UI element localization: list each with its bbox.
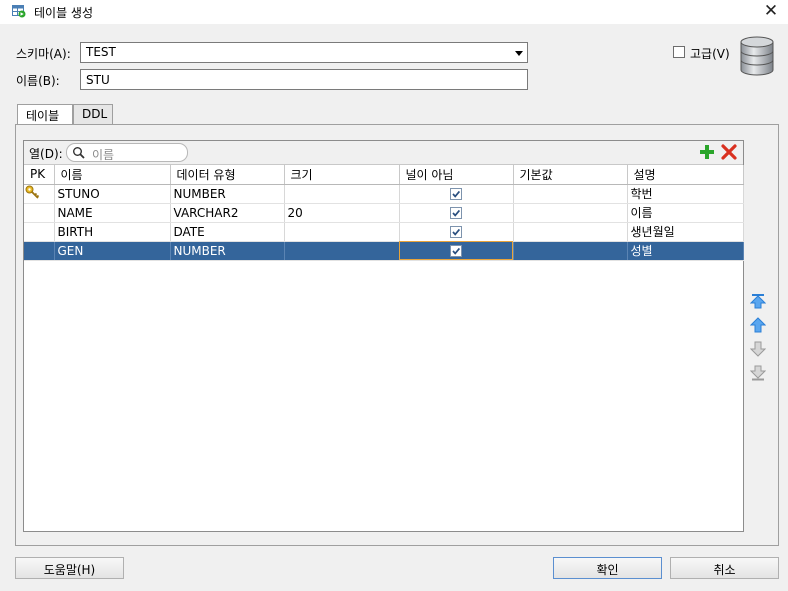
add-column-icon[interactable] <box>699 144 715 160</box>
size-cell[interactable] <box>284 222 400 242</box>
pk-cell[interactable] <box>24 222 55 242</box>
pk-cell[interactable] <box>24 241 55 261</box>
search-icon <box>73 147 85 159</box>
header-pk[interactable]: PK <box>24 165 55 185</box>
not-null-cell[interactable] <box>399 184 514 204</box>
schema-value: TEST <box>86 45 116 59</box>
database-icon <box>740 36 774 76</box>
table-header-row: PK 이름 데이터 유형 크기 널이 아님 기본값 설명 <box>24 165 744 185</box>
title-bar: 테이블 생성 ✕ <box>0 0 788 24</box>
column-name-cell[interactable]: STUNO <box>54 184 171 204</box>
ok-button[interactable]: 확인 <box>553 557 662 579</box>
table-row[interactable]: NAME VARCHAR2 20 이름 <box>24 203 744 223</box>
check-icon <box>452 209 461 217</box>
delete-column-icon[interactable] <box>721 144 737 160</box>
check-icon <box>452 190 461 198</box>
comment-cell[interactable]: 이름 <box>627 203 744 223</box>
not-null-checkbox[interactable] <box>450 226 462 238</box>
column-filter-input[interactable]: 이름 <box>66 143 188 162</box>
comment-cell[interactable]: 학번 <box>627 184 744 204</box>
filter-placeholder: 이름 <box>92 148 115 162</box>
comment-cell[interactable]: 성별 <box>627 241 744 261</box>
header-not-null[interactable]: 널이 아님 <box>399 165 514 185</box>
default-cell[interactable] <box>513 203 628 223</box>
advanced-label: 고급(V) <box>690 47 730 61</box>
move-to-top-icon[interactable] <box>749 293 767 309</box>
table-name-input[interactable] <box>80 69 528 90</box>
name-label: 이름(B): <box>16 74 60 88</box>
default-cell[interactable] <box>513 184 628 204</box>
header-data-type[interactable]: 데이터 유형 <box>170 165 285 185</box>
header-name[interactable]: 이름 <box>54 165 171 185</box>
help-button[interactable]: 도움말(H) <box>15 557 124 579</box>
chevron-down-icon <box>515 51 523 56</box>
data-type-cell[interactable]: NUMBER <box>170 184 285 204</box>
column-name-cell[interactable]: BIRTH <box>54 222 171 242</box>
comment-cell[interactable]: 생년월일 <box>627 222 744 242</box>
window-title: 테이블 생성 <box>34 6 94 20</box>
columns-label: 열(D): <box>29 147 63 161</box>
schema-select[interactable]: TEST <box>80 42 528 63</box>
check-icon <box>452 247 461 255</box>
cancel-button[interactable]: 취소 <box>670 557 779 579</box>
not-null-checkbox[interactable] <box>450 207 462 219</box>
size-cell[interactable] <box>284 184 400 204</box>
columns-table: PK 이름 데이터 유형 크기 널이 아님 기본값 설명 STUNO NUMBE… <box>24 165 744 261</box>
pk-cell[interactable] <box>24 184 55 204</box>
move-down-icon[interactable] <box>749 341 767 357</box>
not-null-cell[interactable] <box>399 222 514 242</box>
move-up-icon[interactable] <box>749 317 767 333</box>
data-type-cell[interactable]: NUMBER <box>170 241 285 261</box>
header-size[interactable]: 크기 <box>284 165 400 185</box>
grid-toolbar: 열(D): 이름 <box>24 141 743 165</box>
data-type-cell[interactable]: VARCHAR2 <box>170 203 285 223</box>
table-row[interactable]: BIRTH DATE 생년월일 <box>24 222 744 242</box>
close-icon[interactable]: ✕ <box>762 1 780 21</box>
default-cell[interactable] <box>513 222 628 242</box>
not-null-cell[interactable] <box>399 241 514 261</box>
pk-cell[interactable] <box>24 203 55 223</box>
check-icon <box>452 228 461 236</box>
not-null-checkbox[interactable] <box>450 245 462 257</box>
tab-ddl[interactable]: DDL <box>73 104 113 125</box>
reorder-controls <box>749 293 767 389</box>
column-name-cell[interactable]: GEN <box>54 241 171 261</box>
tab-table[interactable]: 테이블 <box>17 104 73 126</box>
not-null-checkbox[interactable] <box>450 188 462 200</box>
column-name-cell[interactable]: NAME <box>54 203 171 223</box>
create-table-icon <box>12 5 26 18</box>
data-type-cell[interactable]: DATE <box>170 222 285 242</box>
key-icon <box>25 185 40 199</box>
advanced-checkbox[interactable] <box>673 46 685 58</box>
not-null-cell[interactable] <box>399 203 514 223</box>
size-cell[interactable]: 20 <box>284 203 400 223</box>
header-default[interactable]: 기본값 <box>513 165 628 185</box>
move-to-bottom-icon[interactable] <box>749 365 767 381</box>
table-row-selected[interactable]: GEN NUMBER 성별 <box>24 241 744 261</box>
header-comment[interactable]: 설명 <box>627 165 744 185</box>
size-cell[interactable] <box>284 241 400 261</box>
columns-grid: 열(D): 이름 PK 이름 데이터 유형 크기 널이 아님 기본값 설명 ST… <box>23 140 744 532</box>
table-row[interactable]: STUNO NUMBER 학번 <box>24 184 744 204</box>
default-cell[interactable] <box>513 241 628 261</box>
schema-label: 스키마(A): <box>16 47 71 61</box>
